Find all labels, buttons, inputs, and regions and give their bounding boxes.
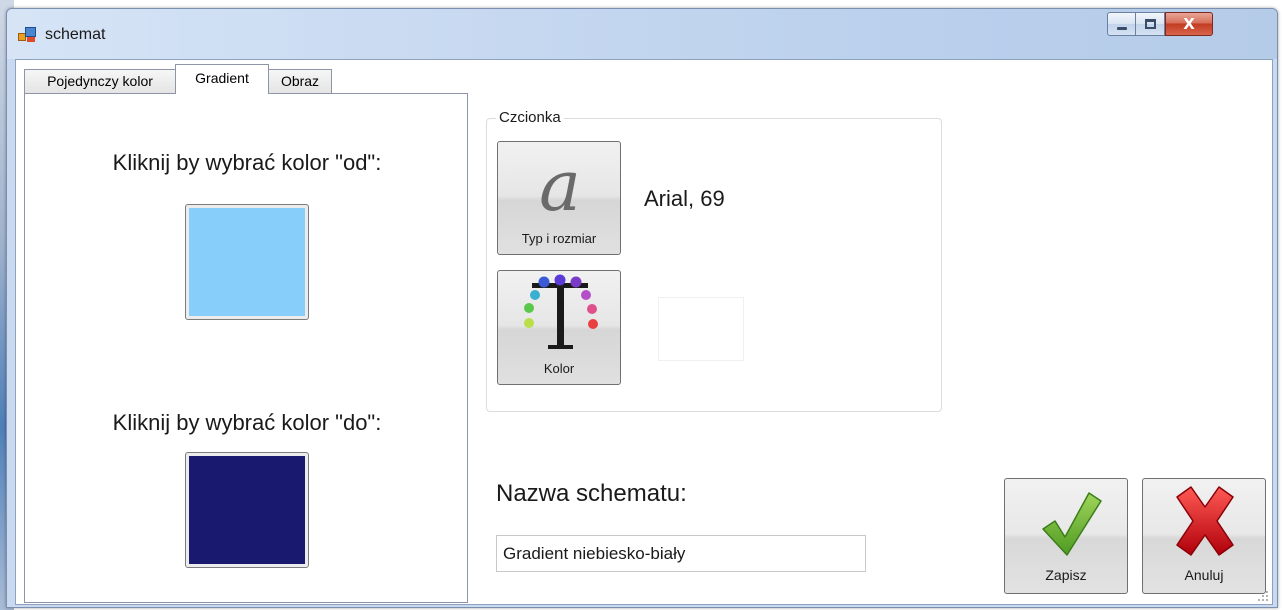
text-color-icon: [524, 274, 598, 349]
font-a-icon: a: [539, 145, 581, 227]
checkmark-icon: [1042, 492, 1102, 556]
tab-obraz[interactable]: Obraz: [268, 69, 332, 93]
color-to-swatch-button[interactable]: [185, 452, 309, 568]
color-button-label: Kolor: [543, 361, 575, 376]
save-button[interactable]: Zapisz: [1004, 478, 1128, 594]
color-to-label: Kliknij by wybrać kolor "do":: [112, 410, 382, 435]
cancel-button[interactable]: Anuluj: [1142, 478, 1266, 594]
title-bar[interactable]: schemat X: [7, 9, 1277, 59]
close-button[interactable]: X: [1165, 12, 1213, 36]
maximize-icon: [1145, 19, 1156, 29]
resize-grip-icon[interactable]: [1257, 590, 1269, 602]
scheme-name-label: Nazwa schematu:: [496, 480, 687, 507]
app-window-icon[interactable]: [18, 27, 36, 43]
window-title: schemat: [45, 26, 106, 43]
font-color-button[interactable]: Kolor: [497, 270, 621, 385]
font-value-text: Arial, 69: [644, 186, 725, 211]
font-type-size-button[interactable]: a Typ i rozmiar: [497, 141, 621, 255]
gradient-tab-page: Kliknij by wybrać kolor "od": Kliknij by…: [24, 93, 468, 603]
cancel-button-label: Anuluj: [1184, 567, 1224, 583]
minimize-button[interactable]: [1107, 12, 1136, 36]
color-from-swatch: [189, 208, 305, 316]
tab-gradient[interactable]: Gradient: [175, 64, 269, 94]
color-from-label: Kliknij by wybrać kolor "od":: [112, 150, 382, 175]
font-button-label: Typ i rozmiar: [521, 231, 597, 246]
cross-icon: [1176, 486, 1234, 556]
scheme-name-input[interactable]: [496, 535, 866, 572]
font-groupbox-title: Czcionka: [496, 109, 564, 126]
schemat-window: schemat X Pojedynczy kolor Gradient Obra…: [6, 8, 1278, 608]
maximize-button[interactable]: [1135, 12, 1165, 36]
minimize-icon: [1117, 27, 1127, 30]
font-color-preview: [658, 297, 744, 361]
color-to-swatch: [189, 456, 305, 564]
tab-pojedynczy-kolor[interactable]: Pojedynczy kolor: [24, 69, 176, 93]
window-client-area: Pojedynczy kolor Gradient Obraz Kliknij …: [15, 59, 1273, 605]
color-from-swatch-button[interactable]: [185, 204, 309, 320]
close-icon: X: [1183, 15, 1195, 33]
save-button-label: Zapisz: [1045, 567, 1087, 583]
